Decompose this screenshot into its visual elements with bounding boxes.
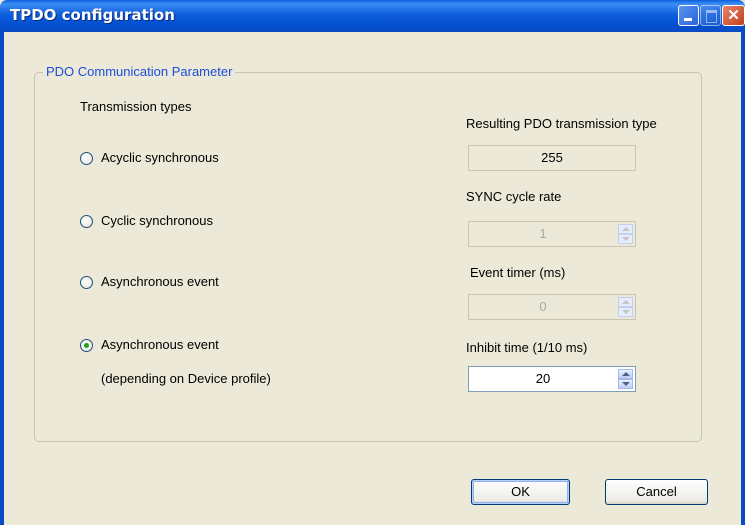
radio-label-acyclic-synchronous[interactable]: Acyclic synchronous xyxy=(101,150,219,165)
sync-cycle-rate-value: 1 xyxy=(539,226,547,241)
sync-cycle-rate-spin-buttons xyxy=(618,224,633,244)
radio-cyclic-synchronous[interactable] xyxy=(80,215,93,228)
arrow-up-icon xyxy=(622,227,630,231)
close-button[interactable]: ✕ xyxy=(722,5,745,26)
minimize-button[interactable] xyxy=(678,5,699,26)
inhibit-time-value[interactable]: 20 xyxy=(469,371,617,386)
inhibit-time-label: Inhibit time (1/10 ms) xyxy=(466,340,588,355)
spin-down-button xyxy=(618,307,633,317)
ok-button[interactable]: OK xyxy=(471,479,570,505)
window-frame-right xyxy=(741,32,745,525)
resulting-type-value: 255 xyxy=(541,150,563,165)
inhibit-time-spinner[interactable]: 20 xyxy=(468,366,636,392)
radio-acyclic-synchronous[interactable] xyxy=(80,152,93,165)
transmission-types-heading: Transmission types xyxy=(80,99,192,114)
event-timer-label: Event timer (ms) xyxy=(470,265,566,280)
close-icon: ✕ xyxy=(727,7,740,24)
radio-asynchronous-event[interactable] xyxy=(80,276,93,289)
radio-dot xyxy=(84,343,89,348)
sync-cycle-rate-spinner: 1 xyxy=(468,221,636,247)
groupbox-legend: PDO Communication Parameter xyxy=(43,64,236,79)
event-timer-spin-buttons xyxy=(618,297,633,317)
maximize-button[interactable] xyxy=(700,5,721,26)
arrow-up-icon xyxy=(622,300,630,304)
spin-up-button[interactable] xyxy=(618,369,633,379)
cancel-button[interactable]: Cancel xyxy=(605,479,708,505)
maximize-icon xyxy=(706,10,717,23)
event-timer-spinner: 0 xyxy=(468,294,636,320)
arrow-down-icon xyxy=(622,310,630,314)
event-timer-value: 0 xyxy=(539,299,547,314)
arrow-up-icon xyxy=(622,372,630,376)
spin-up-button xyxy=(618,224,633,234)
spin-down-button xyxy=(618,234,633,244)
window-frame-left xyxy=(0,32,4,525)
resulting-type-label: Resulting PDO transmission type xyxy=(466,116,657,131)
minimize-icon xyxy=(684,18,692,21)
sync-cycle-rate-label: SYNC cycle rate xyxy=(466,189,562,204)
radio-label-asynchronous-event-profile[interactable]: Asynchronous event xyxy=(101,337,219,352)
arrow-down-icon xyxy=(622,382,630,386)
radio-asynchronous-event-profile[interactable] xyxy=(80,339,93,352)
radio-label-asynchronous-event[interactable]: Asynchronous event xyxy=(101,274,219,289)
radio-sublabel-device-profile: (depending on Device profile) xyxy=(101,371,271,386)
resulting-type-field: 255 xyxy=(468,145,636,171)
radio-label-cyclic-synchronous[interactable]: Cyclic synchronous xyxy=(101,213,213,228)
spin-down-button[interactable] xyxy=(618,379,633,389)
title-bar[interactable]: TPDO configuration ✕ xyxy=(0,0,745,32)
spin-up-button xyxy=(618,297,633,307)
window-title: TPDO configuration xyxy=(10,6,175,24)
arrow-down-icon xyxy=(622,237,630,241)
inhibit-time-spin-buttons[interactable] xyxy=(618,369,633,389)
